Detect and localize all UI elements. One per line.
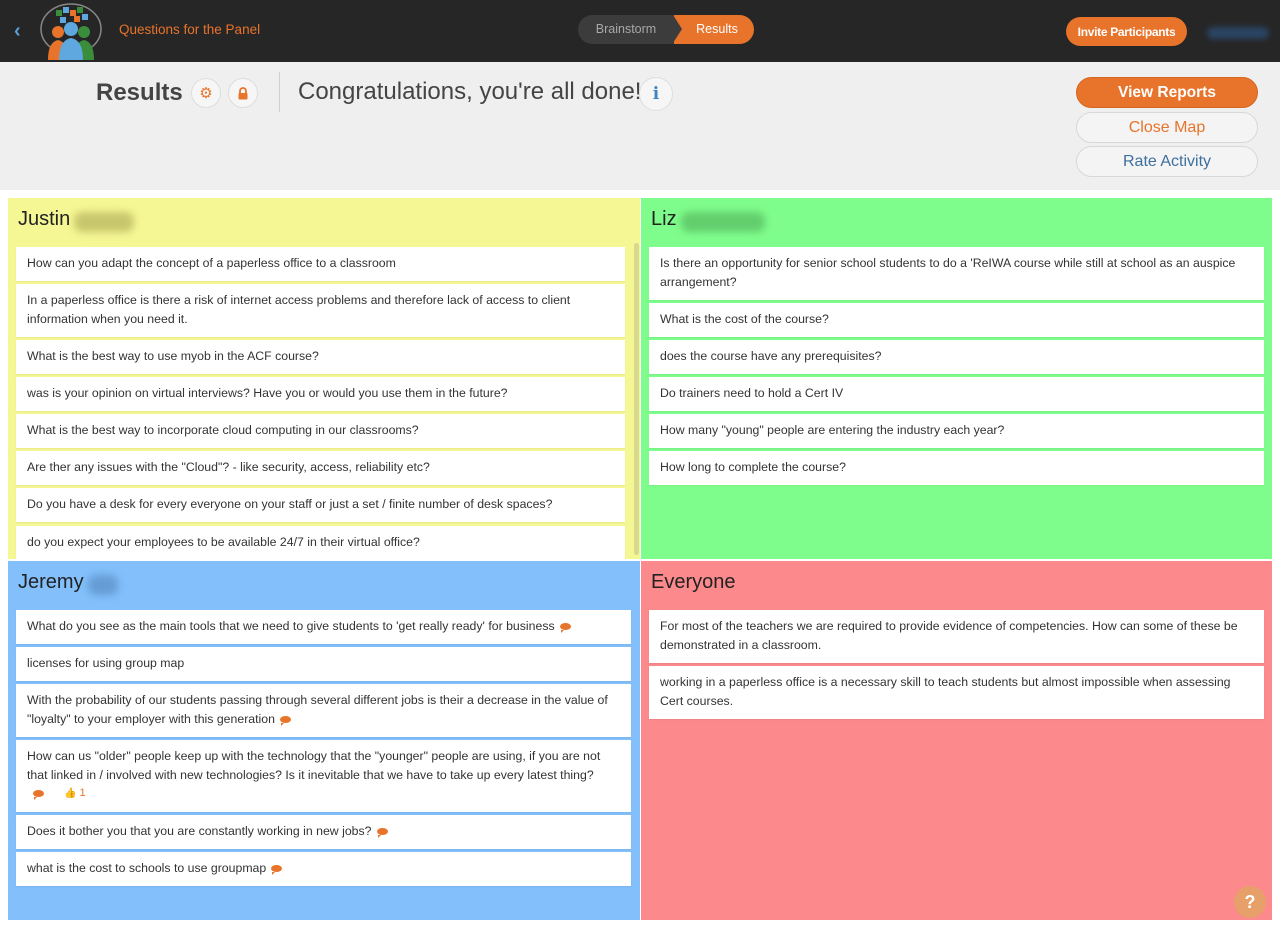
groupmap-logo (40, 3, 102, 60)
list-item[interactable]: do you expect your employees to be avail… (16, 526, 625, 559)
lock-icon[interactable] (228, 78, 258, 108)
list-item[interactable]: Does it bother you that you are constant… (16, 815, 631, 849)
comment-icon[interactable] (271, 865, 283, 876)
page-title: Results (96, 79, 183, 106)
help-button[interactable]: ? (1234, 886, 1266, 918)
like-count: 1 (79, 787, 86, 799)
panel-scrollbar[interactable] (634, 243, 639, 555)
panel-name: Everyone (651, 571, 736, 593)
thumbs-up-icon[interactable]: 👍 (64, 788, 76, 799)
rate-activity-button[interactable]: Rate Activity (1076, 146, 1258, 177)
view-reports-button[interactable]: View Reports (1076, 77, 1258, 108)
list-item[interactable]: What is the best way to incorporate clou… (16, 414, 625, 448)
participant-panel-jeremy: Jeremy What do you see as the main tools… (8, 561, 640, 920)
list-item[interactable]: For most of the teachers we are required… (649, 610, 1264, 663)
invite-participants-button[interactable]: Invite Participants (1066, 17, 1187, 46)
list-item[interactable]: What is the best way to use myob in the … (16, 340, 625, 374)
settings-gear-icon[interactable]: ⚙ (191, 78, 221, 108)
list-item[interactable]: Are ther any issues with the "Cloud"? - … (16, 451, 625, 485)
step-brainstorm[interactable]: Brainstorm (578, 15, 674, 44)
participant-panel-justin: Justin How can you adapt the concept of … (8, 198, 640, 559)
shared-panel-everyone: Everyone For most of the teachers we are… (641, 561, 1272, 920)
list-item[interactable]: How can you adapt the concept of a paper… (16, 247, 625, 281)
list-item[interactable]: Is there an opportunity for senior schoo… (649, 247, 1264, 300)
panel-name: Justin (18, 208, 71, 230)
list-item[interactable]: What do you see as the main tools that w… (16, 610, 631, 644)
results-header: Results ⚙ Congratulations, you're all do… (0, 62, 1280, 190)
redacted-surname (88, 575, 118, 595)
list-item[interactable]: How many "young" people are entering the… (649, 414, 1264, 448)
list-item[interactable]: In a paperless office is there a risk of… (16, 284, 625, 337)
redacted-surname (681, 212, 765, 232)
step-results[interactable]: Results (673, 15, 754, 44)
back-chevron-icon[interactable]: ‹ (14, 20, 21, 43)
list-item[interactable]: Do you have a desk for every everyone on… (16, 488, 625, 522)
info-icon[interactable]: i (639, 77, 673, 111)
header-divider (279, 72, 280, 112)
list-item[interactable]: licenses for using group map (16, 647, 631, 681)
panel-name: Liz (651, 208, 677, 230)
close-map-button[interactable]: Close Map (1076, 112, 1258, 143)
list-item[interactable]: does the course have any prerequisites? (649, 340, 1264, 374)
panel-name: Jeremy (18, 571, 84, 593)
comment-icon[interactable] (559, 623, 571, 634)
comment-icon[interactable] (376, 828, 388, 839)
item-meta: 👍 1 (27, 785, 620, 802)
list-item[interactable]: What is the cost of the course? (649, 303, 1264, 337)
list-item[interactable]: Do trainers need to hold a Cert IV (649, 377, 1264, 411)
list-item[interactable]: working in a paperless office is a neces… (649, 666, 1264, 719)
completion-message: Congratulations, you're all done! (298, 78, 642, 105)
list-item[interactable]: How long to complete the course? (649, 451, 1264, 485)
top-bar: ‹ Questions for the Panel Brainstorm Res… (0, 0, 1280, 62)
user-menu[interactable] (1207, 27, 1269, 39)
redacted-surname (74, 212, 134, 232)
stage-stepper: Brainstorm Results (578, 15, 754, 44)
list-item[interactable]: With the probability of our students pas… (16, 684, 631, 737)
activity-title: Questions for the Panel (119, 22, 261, 37)
list-item[interactable]: How can us "older" people keep up with t… (16, 740, 631, 812)
comment-icon[interactable] (279, 716, 291, 727)
list-item[interactable]: what is the cost to schools to use group… (16, 852, 631, 886)
comment-icon[interactable] (33, 789, 44, 800)
participant-panel-liz: Liz Is there an opportunity for senior s… (641, 198, 1272, 559)
list-item[interactable]: was is your opinion on virtual interview… (16, 377, 625, 411)
